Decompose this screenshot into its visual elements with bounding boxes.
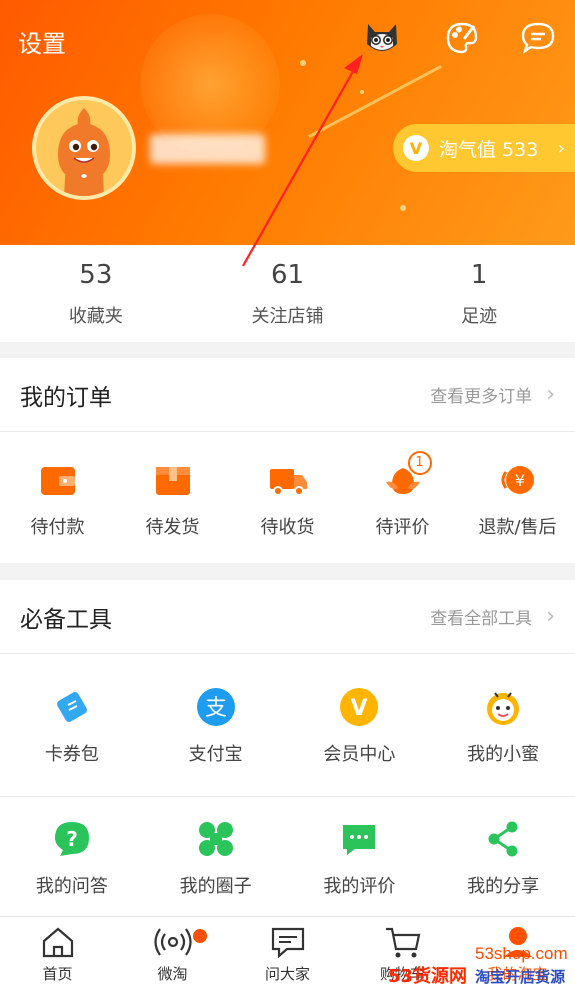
stat-value: 53 [79,259,113,290]
tools-header: 必备工具 查看全部工具 › [0,580,575,654]
orders-grid: 待付款 待发货 待收货 1 待评价 ¥ 退款/售后 [0,432,575,563]
tool-circle[interactable]: 我的圈子 [144,797,288,916]
tool-vip-center[interactable]: V 会员中心 [288,654,432,796]
tools-section: 必备工具 查看全部工具 › 卡券包 支 支付宝 V 会员中心 我的小蜜 ? 我的… [0,580,575,916]
message-icon[interactable] [518,18,558,58]
stat-footprints[interactable]: 1 足迹 [383,245,575,342]
section-title: 我的订单 [20,384,112,411]
svg-text:支: 支 [205,696,227,721]
view-all-tools-link[interactable]: 查看全部工具 › [430,604,555,629]
palette-icon[interactable] [442,18,482,58]
stat-label: 足迹 [461,305,498,327]
tool-xiaomi[interactable]: 我的小蜜 [431,654,575,796]
decor-dot [360,90,364,94]
stat-value: 1 [470,259,488,290]
tool-share[interactable]: 我的分享 [431,797,575,916]
header-glow [140,14,280,154]
tool-reviews[interactable]: 我的评价 [288,797,432,916]
view-all-orders-link[interactable]: 查看更多订单 › [430,382,555,407]
stat-value: 61 [270,259,305,290]
home-icon [42,927,73,958]
settings-button[interactable]: 设置 [18,24,66,59]
box-icon [150,457,196,503]
question-icon: ? [49,816,95,862]
more-label: 查看更多订单 [430,387,533,407]
tab-label: 首页 [42,965,73,983]
order-refund[interactable]: ¥ 退款/售后 [460,432,575,563]
chat-icon [271,927,304,959]
review-count-badge: 1 [407,450,432,475]
tools-row-2: ? 我的问答 我的圈子 我的评价 我的分享 [0,797,575,916]
decor-dot [400,205,406,211]
tool-label: 我的分享 [467,875,540,897]
watermark-site: 53shop.com [475,944,568,963]
watermark-brand-name: 53货源网 [388,966,468,987]
tab-ask[interactable]: 问大家 [230,917,345,990]
svg-text:¥: ¥ [514,471,524,490]
tab-weitao[interactable]: 微淘 [115,917,230,990]
watermark-slogan: 淘宝开店货源 [475,968,566,986]
tool-label: 我的小蜜 [467,744,540,765]
order-label: 待付款 [30,516,85,538]
wallet-icon [35,457,81,503]
chevron-right-icon: › [557,137,565,159]
cart-icon [385,927,420,958]
orders-section: 我的订单 查看更多订单 › 待付款 待发货 待收货 1 待评价 ¥ 退款/售后 [0,358,575,563]
decor-dot [300,60,306,66]
order-label: 待收货 [260,516,315,538]
tool-alipay[interactable]: 支 支付宝 [144,654,288,796]
comment-icon [336,816,382,862]
svg-text:?: ? [66,827,78,851]
alipay-icon: 支 [193,684,239,730]
order-to-ship[interactable]: 待发货 [115,432,230,563]
username-blurred [150,134,265,164]
stat-label: 关注店铺 [251,305,324,327]
score-label: 淘气值 533 [439,138,539,161]
broadcast-icon [153,928,192,956]
profile-header: 设置 V 淘气值 533 › [0,0,575,245]
refund-icon: ¥ [495,457,541,503]
review-icon: 1 [380,450,432,503]
order-to-review[interactable]: 1 待评价 [345,432,460,563]
order-pending-payment[interactable]: 待付款 [0,432,115,563]
circle-icon [193,816,239,862]
stats-bar: 53 收藏夹 61 关注店铺 1 足迹 [0,245,575,342]
order-label: 退款/售后 [478,516,557,538]
stat-label: 收藏夹 [68,305,123,327]
svg-text:V: V [351,696,368,721]
order-label: 待评价 [375,516,430,538]
tools-row-1: 卡券包 支 支付宝 V 会员中心 我的小蜜 [0,654,575,797]
tab-label: 微淘 [157,965,188,983]
vip-icon: V [336,684,382,730]
cat-avatar-icon[interactable] [362,18,402,58]
order-label: 待发货 [145,516,200,538]
taoqi-score-badge[interactable]: V 淘气值 533 › [393,124,575,172]
tool-coupons[interactable]: 卡券包 [0,654,144,796]
tool-label: 会员中心 [323,744,396,765]
chevron-right-icon: › [546,382,555,407]
stat-followed-stores[interactable]: 61 关注店铺 [192,245,384,342]
tool-label: 我的圈子 [179,875,252,897]
notification-dot [193,929,207,943]
section-title: 必备工具 [20,606,112,633]
tab-home[interactable]: 首页 [0,917,115,990]
orders-header: 我的订单 查看更多订单 › [0,358,575,432]
share-icon [480,816,526,862]
more-label: 查看全部工具 [430,609,533,629]
tool-qa[interactable]: ? 我的问答 [0,797,144,916]
tool-label: 支付宝 [188,744,243,765]
tab-label: 问大家 [264,965,310,983]
v-badge-icon: V [403,135,429,161]
stat-favorites[interactable]: 53 收藏夹 [0,245,192,342]
tool-label: 我的问答 [35,875,108,897]
truck-icon [265,457,311,503]
order-to-receive[interactable]: 待收货 [230,432,345,563]
tool-label: 卡券包 [44,744,99,765]
watermark-brand: 53货源网 淘宝开店货源 [388,962,565,988]
user-avatar[interactable] [32,96,136,200]
tool-label: 我的评价 [323,875,396,897]
bee-icon [480,684,526,730]
chevron-right-icon: › [546,604,555,629]
coupon-icon [49,684,95,730]
